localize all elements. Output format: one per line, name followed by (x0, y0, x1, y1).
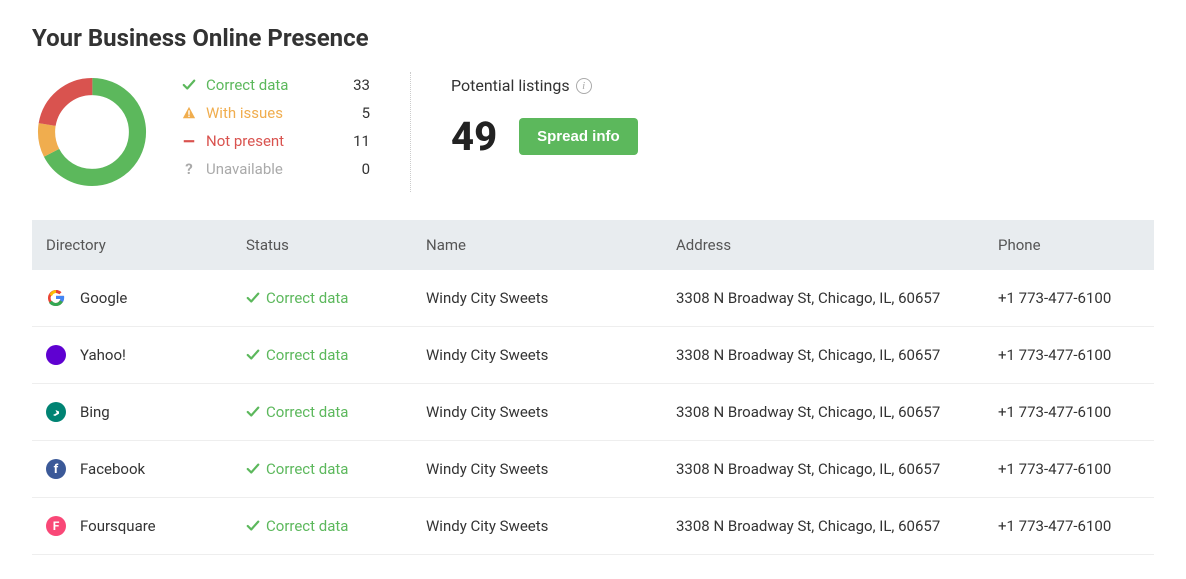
table-header-row: Directory Status Name Address Phone (32, 220, 1154, 270)
potential-listings-count: 49 (451, 113, 497, 160)
status-text: Correct data (266, 517, 348, 535)
legend-with-issues[interactable]: With issues 5 (180, 104, 370, 122)
status-cell: Correct data (246, 517, 398, 535)
table-row[interactable]: Google Correct data Windy City Sweets3308 … (32, 270, 1154, 327)
legend-label: With issues (206, 104, 332, 122)
check-icon (246, 405, 260, 419)
status-cell: Correct data (246, 460, 398, 478)
address-cell: 3308 N Broadway St, Chicago, IL, 60657 (662, 327, 984, 384)
check-icon (180, 78, 198, 92)
question-icon: ? (180, 160, 198, 178)
name-cell: Windy City Sweets (412, 384, 662, 441)
status-text: Correct data (266, 346, 348, 364)
address-cell: 3308 N Broadway St, Chicago, IL, 60657 (662, 270, 984, 327)
legend-count: 11 (340, 132, 370, 150)
minus-icon (180, 134, 198, 148)
directory-name: Foursquare (80, 517, 156, 535)
phone-cell: +1 773-477-6100 (984, 327, 1154, 384)
phone-cell: +1 773-477-6100 (984, 498, 1154, 555)
col-name[interactable]: Name (412, 220, 662, 270)
directory-name: Facebook (80, 460, 145, 478)
col-directory[interactable]: Directory (32, 220, 232, 270)
directory-name: Bing (80, 403, 110, 421)
table-row[interactable]: Bing Correct data Windy City Sweets3308 N … (32, 384, 1154, 441)
google-icon (46, 288, 66, 308)
status-text: Correct data (266, 460, 348, 478)
legend-label: Correct data (206, 76, 332, 94)
yahoo-icon (46, 345, 66, 365)
table-row[interactable]: f Facebook Correct data Windy City Sweets33… (32, 441, 1154, 498)
name-cell: Windy City Sweets (412, 327, 662, 384)
legend-count: 0 (340, 160, 370, 178)
info-icon[interactable]: i (576, 78, 592, 94)
phone-cell: +1 773-477-6100 (984, 441, 1154, 498)
spread-info-button[interactable]: Spread info (519, 118, 638, 155)
check-icon (246, 348, 260, 362)
check-icon (246, 291, 260, 305)
address-cell: 3308 N Broadway St, Chicago, IL, 60657 (662, 498, 984, 555)
col-status[interactable]: Status (232, 220, 412, 270)
status-text: Correct data (266, 289, 348, 307)
legend-not-present[interactable]: Not present 11 (180, 132, 370, 150)
table-row[interactable]: F Foursquare Correct data Windy City Sweets… (32, 498, 1154, 555)
foursquare-icon: F (46, 516, 66, 536)
status-legend: Correct data 33 With issues 5 Not presen… (180, 72, 370, 178)
name-cell: Windy City Sweets (412, 498, 662, 555)
phone-cell: +1 773-477-6100 (984, 384, 1154, 441)
directory-name: Yahoo! (80, 346, 126, 364)
potential-listings-panel: Potential listings i 49 Spread info (451, 72, 638, 160)
vertical-divider (410, 72, 411, 192)
legend-label: Unavailable (206, 160, 332, 178)
legend-count: 33 (340, 76, 370, 94)
listings-table: Directory Status Name Address Phone Goog… (32, 220, 1154, 555)
phone-cell: +1 773-477-6100 (984, 270, 1154, 327)
status-donut-chart (32, 72, 152, 192)
col-address[interactable]: Address (662, 220, 984, 270)
page-title: Your Business Online Presence (32, 24, 1154, 52)
check-icon (246, 462, 260, 476)
name-cell: Windy City Sweets (412, 270, 662, 327)
status-cell: Correct data (246, 289, 398, 307)
address-cell: 3308 N Broadway St, Chicago, IL, 60657 (662, 384, 984, 441)
directory-name: Google (80, 289, 127, 307)
table-row[interactable]: Yahoo! Correct data Windy City Sweets3308 … (32, 327, 1154, 384)
check-icon (246, 519, 260, 533)
bing-icon (46, 402, 66, 422)
status-cell: Correct data (246, 346, 398, 364)
status-text: Correct data (266, 403, 348, 421)
legend-unavailable[interactable]: ? Unavailable 0 (180, 160, 370, 178)
warning-icon (180, 106, 198, 120)
legend-count: 5 (340, 104, 370, 122)
summary-panel: Correct data 33 With issues 5 Not presen… (32, 72, 1154, 192)
col-phone[interactable]: Phone (984, 220, 1154, 270)
facebook-icon: f (46, 459, 66, 479)
legend-label: Not present (206, 132, 332, 150)
potential-listings-label: Potential listings i (451, 76, 638, 95)
name-cell: Windy City Sweets (412, 441, 662, 498)
legend-correct-data[interactable]: Correct data 33 (180, 76, 370, 94)
address-cell: 3308 N Broadway St, Chicago, IL, 60657 (662, 441, 984, 498)
status-cell: Correct data (246, 403, 398, 421)
